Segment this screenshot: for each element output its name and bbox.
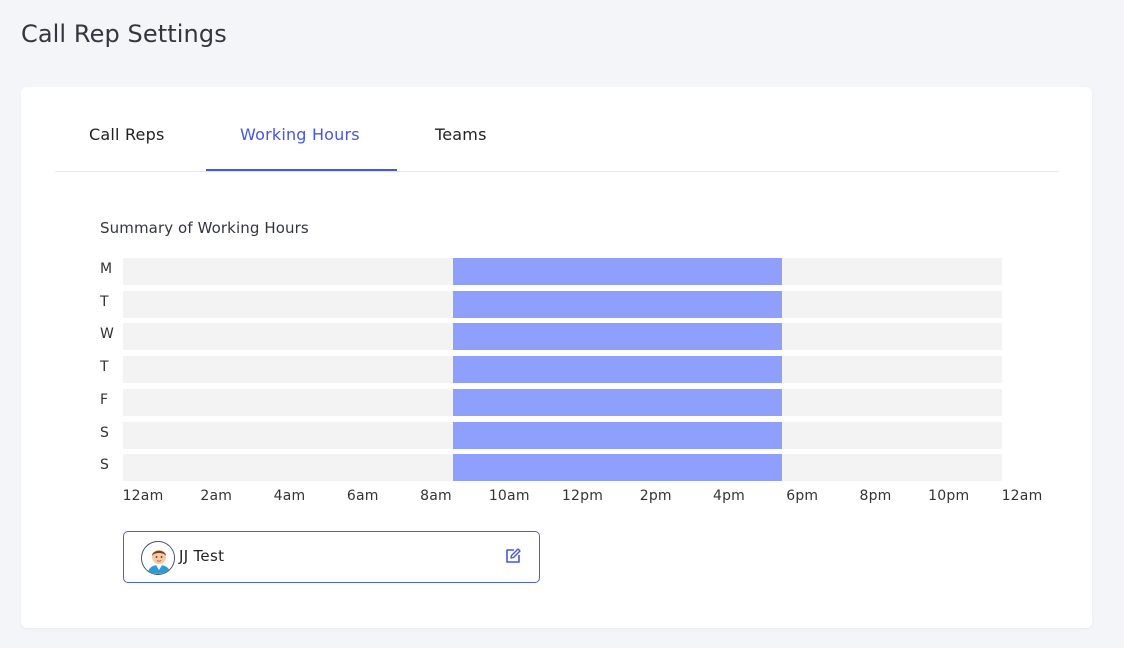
rep-name: JJ Test: [179, 547, 225, 565]
edit-icon[interactable]: [504, 547, 522, 565]
working-hours-bar: [452, 421, 783, 449]
day-label: T: [100, 293, 109, 310]
working-hours-bar: [452, 454, 783, 482]
working-hours-bar: [452, 323, 783, 351]
x-tick-label: 12am: [1001, 488, 1043, 504]
day-label: T: [100, 359, 109, 376]
x-tick-label: 2am: [200, 488, 233, 504]
working-hours-bar: [452, 258, 783, 285]
day-label: W: [100, 326, 114, 343]
x-tick-label: 10am: [488, 488, 530, 504]
x-tick-label: 2pm: [639, 488, 672, 504]
settings-card: Call Reps Working Hours Teams Summary of…: [21, 87, 1092, 628]
x-tick-label: 4am: [273, 488, 306, 504]
day-label: F: [100, 391, 109, 408]
working-hours-bar: [452, 388, 783, 416]
working-hours-bar: [452, 356, 783, 384]
user-avatar-icon: [141, 541, 175, 575]
x-tick-label: 12pm: [561, 488, 604, 504]
x-tick-label: 8pm: [859, 488, 892, 504]
rep-card[interactable]: JJ Test: [123, 531, 540, 583]
x-tick-label: 8am: [420, 488, 452, 504]
x-tick-label: 6am: [346, 488, 379, 504]
x-tick-label: 10pm: [928, 488, 970, 504]
x-tick-label: 6pm: [786, 488, 819, 504]
x-tick-label: 4pm: [712, 488, 746, 504]
page-title: Call Rep Settings: [21, 20, 227, 48]
day-label: S: [100, 457, 109, 474]
day-label: M: [100, 261, 113, 277]
x-tick-label: 12am: [122, 488, 164, 504]
day-label: S: [100, 424, 109, 441]
working-hours-bar: [452, 290, 783, 318]
